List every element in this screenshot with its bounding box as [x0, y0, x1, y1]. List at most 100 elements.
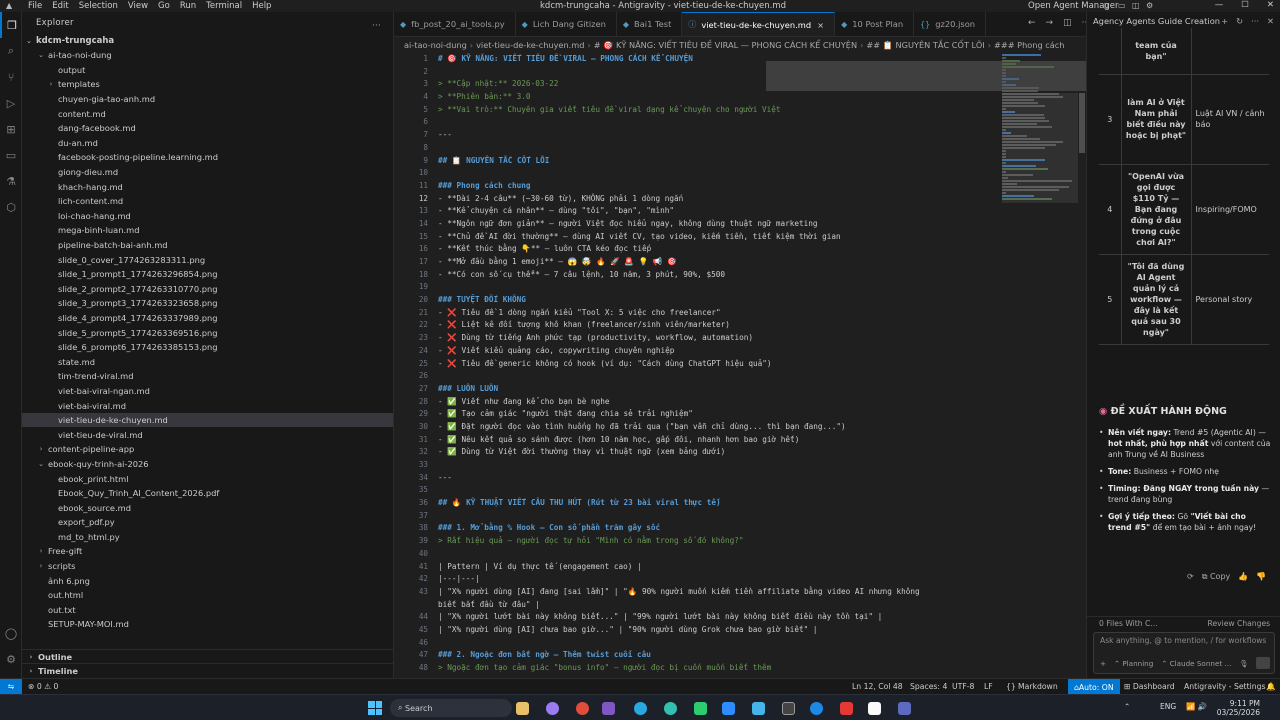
taskbar-search[interactable]: ⌕ Search — [390, 699, 512, 717]
menu-item-help[interactable]: Help — [247, 1, 276, 11]
code-line[interactable] — [438, 370, 998, 383]
account-icon[interactable]: ◯ — [0, 620, 22, 646]
files-changed-label[interactable]: 0 Files With C... — [1099, 619, 1158, 628]
code-line[interactable]: biết bắt đầu từ đâu" | — [438, 599, 998, 612]
file-item[interactable]: tim-trend-viral.md — [22, 369, 393, 384]
input-language[interactable]: ENG — [1160, 702, 1176, 711]
file-item[interactable]: slide_0_cover_1774263283311.png — [22, 252, 393, 267]
file-item[interactable]: slide_2_prompt2_1774263310770.png — [22, 282, 393, 297]
manage-gear-icon[interactable]: ⚙ — [0, 646, 22, 672]
tab-lich-dang-gitizen[interactable]: ◆ Lich Dang Gitizen — [515, 12, 617, 36]
file-item[interactable]: Ebook_Quy_Trinh_AI_Content_2026.pdf — [22, 486, 393, 501]
more-actions-icon[interactable]: ··· — [372, 21, 381, 31]
file-item[interactable]: loi-chao-hang.md — [22, 209, 393, 224]
menu-item-go[interactable]: Go — [153, 1, 175, 11]
edge-icon[interactable] — [634, 702, 647, 715]
windows-start-icon[interactable] — [368, 701, 382, 715]
close-tab-icon[interactable]: × — [817, 20, 824, 30]
app-icon-2[interactable] — [898, 702, 911, 715]
chrome-icon[interactable] — [576, 702, 589, 715]
zalo-icon[interactable] — [810, 702, 823, 715]
breadcrumb-item[interactable]: ai-tao-noi-dung — [404, 40, 467, 50]
layout-sidebar-icon[interactable]: ▯ — [1104, 1, 1108, 10]
file-item[interactable]: giong-dieu.md — [22, 165, 393, 180]
code-line[interactable]: - **Có con số cụ thể** — 7 câu lệnh, 10 … — [438, 269, 998, 282]
menu-item-file[interactable]: File — [23, 1, 47, 11]
remote-explorer-icon[interactable]: ▭ — [0, 142, 22, 168]
file-item[interactable]: viet-bai-viral-ngan.md — [22, 384, 393, 399]
run-debug-icon[interactable]: ▷ — [0, 90, 22, 116]
split-editor-icon[interactable]: ◫ — [1063, 18, 1072, 28]
new-chat-icon[interactable]: + — [1221, 16, 1228, 26]
file-item[interactable]: slide_1_prompt1_1774263296854.png — [22, 267, 393, 282]
menu-item-terminal[interactable]: Terminal — [201, 1, 247, 11]
tab-bai1-test[interactable]: ◆ Bai1 Test — [616, 12, 683, 36]
cursor-position[interactable]: Ln 12, Col 48 — [852, 682, 903, 691]
code-line[interactable]: - **Chủ đề AI đời thường** — dùng AI viế… — [438, 231, 998, 244]
file-item[interactable]: slide_5_prompt5_1774263369516.png — [22, 325, 393, 340]
file-item[interactable]: chuyen-gia-tao-anh.md — [22, 92, 393, 107]
close-panel-icon[interactable]: ✕ — [1267, 16, 1274, 26]
code-line[interactable]: ### TUYỆT ĐỐI KHÔNG — [438, 294, 998, 307]
file-item[interactable]: slide_6_prompt6_1774263385153.png — [22, 340, 393, 355]
microphone-icon[interactable]: 🎙 — [1239, 659, 1248, 668]
file-explorer-icon[interactable] — [516, 702, 529, 715]
code-line[interactable]: | "X% người dùng [AI] chưa bao giờ..." |… — [438, 624, 998, 637]
tab-fb-post-20-ai-tools-py[interactable]: ◆ fb_post_20_ai_tools.py — [394, 12, 516, 36]
file-item[interactable]: content.md — [22, 106, 393, 121]
notepad-icon[interactable] — [868, 702, 881, 715]
file-item[interactable]: viet-tieu-de-viral.md — [22, 427, 393, 442]
history-icon[interactable]: ↻ — [1236, 16, 1243, 26]
thumbs-up-icon[interactable]: 👍 — [1238, 572, 1248, 582]
tray-chevron-icon[interactable]: ⌃ — [1124, 702, 1130, 711]
file-item[interactable]: pipeline-batch-bai-anh.md — [22, 238, 393, 253]
minimap[interactable] — [1002, 53, 1078, 678]
folder-item[interactable]: › scripts — [22, 559, 393, 574]
line-ending[interactable]: LF — [984, 682, 993, 691]
code-line[interactable]: - **Kết thúc bằng 👇** — luôn CTA kéo đọc… — [438, 243, 998, 256]
file-item[interactable]: du-an.md — [22, 136, 393, 151]
braces-icon[interactable]: {} — [1006, 682, 1016, 691]
layout-split-icon[interactable]: ◫ — [1132, 1, 1140, 10]
code-line[interactable]: ### 1. Mở bằng % Hook — Con số phần trăm… — [438, 522, 998, 535]
code-line[interactable] — [438, 484, 998, 497]
indentation[interactable]: Spaces: 4 — [910, 682, 947, 691]
code-line[interactable]: | "X% người dùng [AI] đang [sai lầm]" | … — [438, 586, 998, 599]
notifications-icon[interactable]: 🔔 — [1266, 682, 1276, 691]
menu-item-selection[interactable]: Selection — [74, 1, 123, 11]
close-window-button[interactable]: ✕ — [1267, 0, 1274, 10]
file-item[interactable]: SETUP-MAY-MOI.md — [22, 617, 393, 632]
layout-panel-icon[interactable]: ▭ — [1118, 1, 1126, 10]
menu-item-run[interactable]: Run — [175, 1, 201, 11]
code-line[interactable] — [438, 637, 998, 650]
folder-item[interactable]: › Free-gift — [22, 544, 393, 559]
file-item[interactable]: out.txt — [22, 603, 393, 618]
code-line[interactable]: --- — [438, 129, 998, 142]
menu-item-edit[interactable]: Edit — [47, 1, 73, 11]
file-item[interactable]: viet-tieu-de-ke-chuyen.md — [22, 412, 393, 428]
chat-app-icon[interactable] — [694, 702, 707, 715]
code-line[interactable]: | Pattern | Ví dụ thực tế (engagement ca… — [438, 561, 998, 574]
breadcrumb-item[interactable]: # 🎯 KỸ NĂNG: VIẾT TIÊU ĐỀ VIRAL — PHONG … — [594, 40, 857, 51]
code-line[interactable]: ### Phong cách chung — [438, 180, 998, 193]
code-line[interactable]: - ✅ Đặt người đọc vào tình huống họ đã t… — [438, 421, 998, 434]
copy-button[interactable]: ⧉ Copy — [1202, 572, 1231, 582]
file-item[interactable]: ebook_print.html — [22, 471, 393, 486]
code-line[interactable]: --- — [438, 472, 998, 485]
model-dropdown[interactable]: ⌃ Claude Sonnet ... — [1161, 659, 1231, 668]
editor-scrollbar[interactable] — [1078, 53, 1086, 678]
antigravity-icon[interactable] — [782, 702, 795, 715]
code-line[interactable]: - **Ngôn ngữ đơn giản** — người Việt đọc… — [438, 218, 998, 231]
code-line[interactable]: > Rất hiệu quả — người đọc tự hỏi "Mình … — [438, 535, 998, 548]
review-changes-button[interactable]: Review Changes — [1208, 619, 1271, 628]
breadcrumb-item[interactable]: ## 📋 NGUYÊN TẮC CỐT LÕI — [866, 40, 984, 51]
code-line[interactable]: - **Mở đầu bằng 1 emoji** — 😱 🤯 🔥 🚀 🚨 💡 … — [438, 256, 998, 269]
zoom-icon[interactable] — [722, 702, 735, 715]
file-item[interactable]: facebook-posting-pipeline.learning.md — [22, 150, 393, 165]
code-line[interactable]: - **Kể chuyện cá nhân** — dùng "tôi", "b… — [438, 205, 998, 218]
file-item[interactable]: slide_4_prompt4_1774263337989.png — [22, 311, 393, 326]
search-icon[interactable]: ⌕ — [0, 38, 22, 64]
code-line[interactable] — [438, 459, 998, 472]
encoding[interactable]: UTF-8 — [952, 682, 974, 691]
code-line[interactable]: | "X% người lướt bài này không biết..." … — [438, 611, 998, 624]
